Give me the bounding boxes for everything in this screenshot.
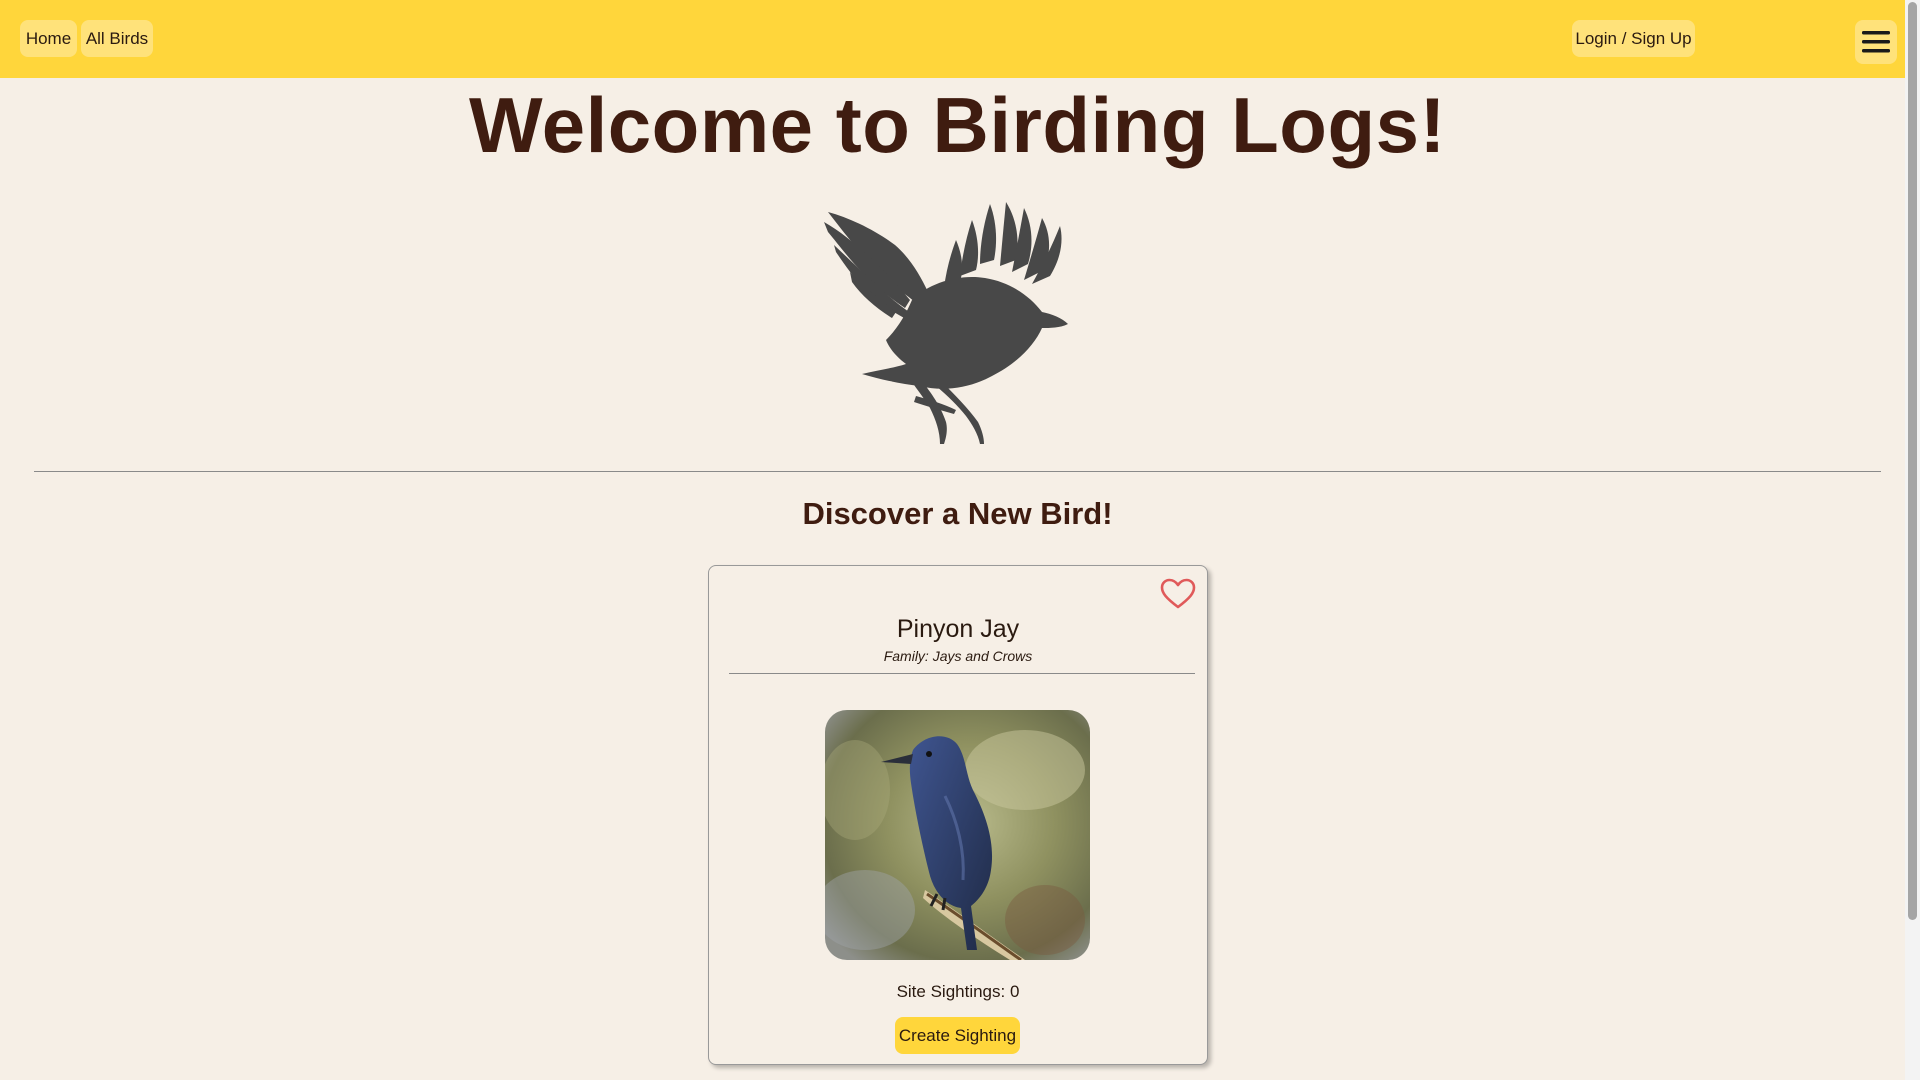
hamburger-menu-icon (1862, 31, 1890, 53)
home-nav-button[interactable]: Home (20, 20, 77, 57)
bird-card: Pinyon Jay Family: Jays and Crows Site S… (708, 565, 1208, 1065)
section-title: Discover a New Bird! (802, 496, 1113, 531)
bird-silhouette-icon (824, 202, 1068, 444)
all-birds-nav-button[interactable]: All Birds (81, 20, 153, 57)
all-birds-nav-label: All Birds (85, 28, 149, 48)
home-nav-label: Home (25, 28, 72, 48)
card-divider (729, 673, 1195, 674)
section-divider (34, 471, 1881, 472)
bird-photo (825, 710, 1090, 960)
hamburger-menu-button[interactable] (1855, 20, 1897, 64)
top-navbar: Home All Birds Login / Sign Up (0, 0, 1905, 78)
page-title: Welcome to Birding Logs! (469, 81, 1446, 169)
bird-name: Pinyon Jay (896, 615, 1020, 643)
login-signup-label: Login / Sign Up (1575, 28, 1692, 48)
heart-outline-icon[interactable] (1160, 578, 1196, 610)
create-sighting-button[interactable]: Create Sighting (895, 1017, 1020, 1054)
login-signup-button[interactable]: Login / Sign Up (1572, 20, 1695, 57)
bird-family: Family: Jays and Crows (883, 648, 1033, 664)
create-sighting-label: Create Sighting (898, 1025, 1017, 1045)
site-sightings-count: Site Sightings: 0 (896, 982, 1020, 1001)
